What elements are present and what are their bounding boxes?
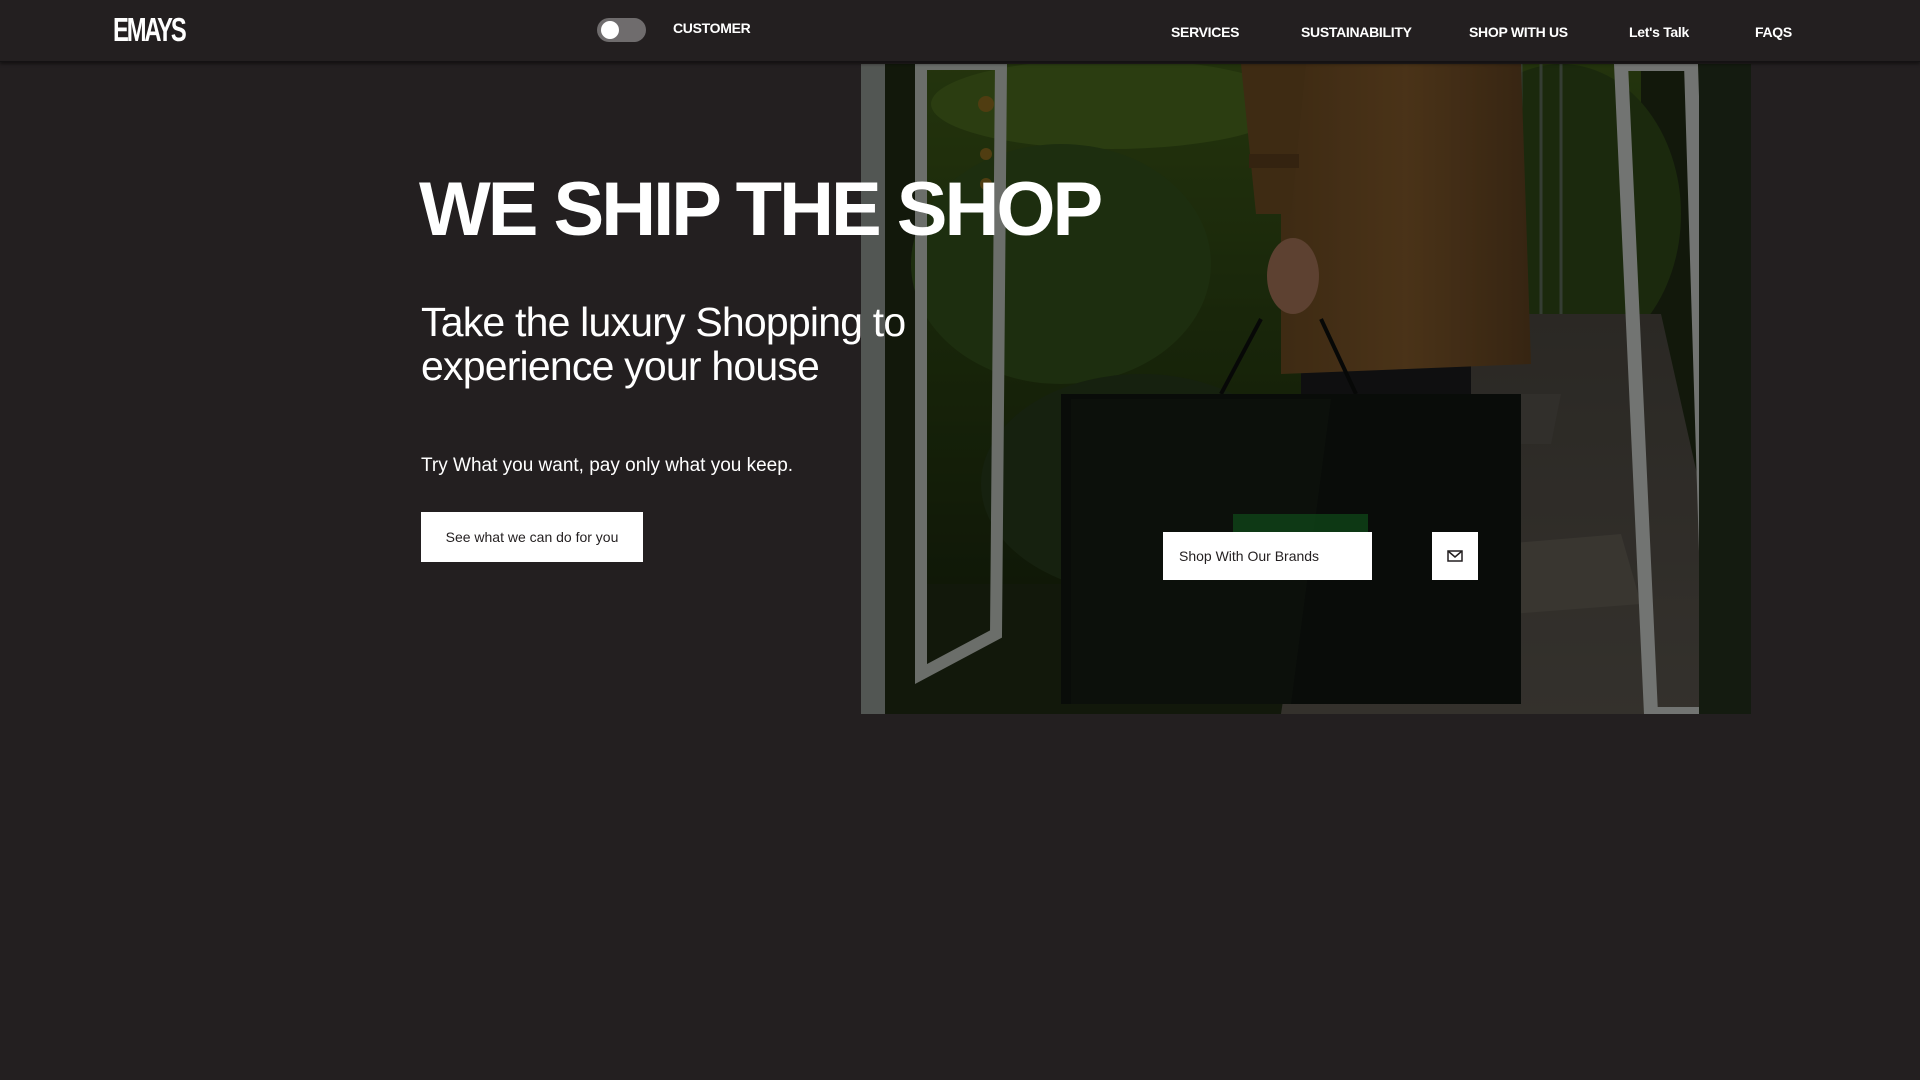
hero-image	[861, 64, 1751, 714]
shopping-bag-delivery-photo	[861, 64, 1751, 714]
nav-item-services[interactable]: SERVICES	[1171, 24, 1239, 40]
shop-with-our-brands-button[interactable]: Shop With Our Brands	[1163, 532, 1372, 580]
top-navigation-bar: EMAYS CUSTOMER SERVICES SUSTAINABILITY S…	[0, 0, 1920, 62]
hero-headline: WE SHIP THE SHOP	[419, 167, 1103, 252]
mail-icon	[1447, 550, 1463, 562]
nav-item-lets-talk[interactable]: Let's Talk	[1629, 24, 1689, 40]
nav-item-shop-with-us[interactable]: SHOP WITH US	[1469, 24, 1568, 40]
emays-logo[interactable]: EMAYS	[113, 11, 187, 49]
see-what-we-can-do-button[interactable]: See what we can do for you	[421, 512, 643, 562]
mail-button[interactable]	[1432, 532, 1478, 580]
customer-mode-toggle[interactable]	[597, 18, 646, 42]
nav-item-faqs[interactable]: FAQS	[1755, 24, 1792, 40]
hero-subheadline: Take the luxury Shopping to experience y…	[421, 299, 906, 389]
toggle-label: CUSTOMER	[673, 20, 751, 36]
nav-item-sustainability[interactable]: SUSTAINABILITY	[1301, 24, 1412, 40]
toggle-knob	[601, 21, 619, 39]
hero-tagline: Try What you want, pay only what you kee…	[421, 455, 794, 476]
